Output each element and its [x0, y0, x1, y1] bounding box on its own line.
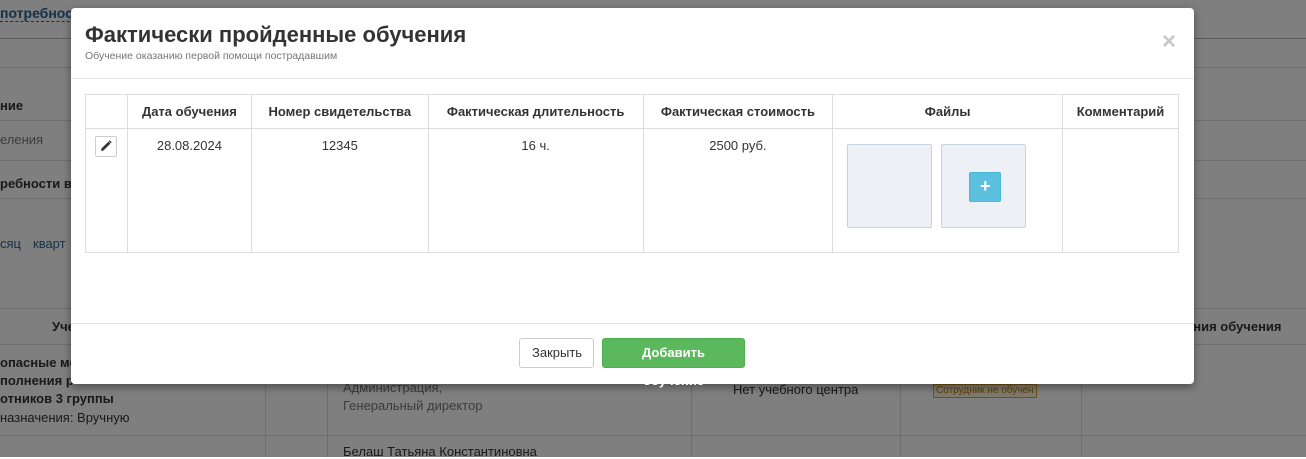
comment-cell — [1061, 128, 1180, 253]
file-upload-box: + — [941, 144, 1027, 228]
modal-title: Фактически пройденные обучения — [85, 22, 467, 47]
modal-footer: Закрыть Добавить обучение — [71, 323, 1194, 388]
column-header-certificate: Номер свидетельства — [250, 94, 429, 129]
modal-header: Фактически пройденные обучения Обучение … — [71, 8, 1194, 79]
column-header-duration: Фактическая длительность — [427, 94, 644, 129]
column-header-date: Дата обучения — [126, 94, 252, 129]
column-header-files: Файлы — [832, 94, 1063, 129]
close-button[interactable]: Закрыть — [519, 338, 594, 368]
certificate-cell: 12345 — [250, 128, 429, 253]
table-header-row: Дата обучения Номер свидетельства Фактич… — [85, 94, 1180, 129]
cost-cell: 2500 руб. — [642, 128, 834, 253]
column-header-actions — [85, 94, 128, 129]
column-header-comment: Комментарий — [1061, 94, 1180, 129]
column-header-cost: Фактическая стоимость — [642, 94, 834, 129]
pencil-icon — [101, 140, 113, 151]
table-row: 28.08.2024 12345 16 ч. 2500 руб. + — [85, 128, 1180, 253]
date-cell: 28.08.2024 — [126, 128, 252, 253]
modal-subtitle: Обучение оказанию первой помощи пострада… — [85, 50, 338, 62]
edit-button[interactable] — [95, 136, 118, 157]
files-cell: + — [832, 128, 1063, 253]
add-training-button[interactable]: Добавить обучение — [602, 338, 745, 388]
actions-cell — [85, 128, 128, 253]
file-thumbnail[interactable] — [847, 144, 933, 228]
add-file-button[interactable]: + — [969, 172, 1002, 202]
close-icon[interactable]: × — [1162, 30, 1176, 54]
trainings-table: Дата обучения Номер свидетельства Фактич… — [85, 94, 1180, 253]
duration-cell: 16 ч. — [427, 128, 644, 253]
trainings-modal: Фактически пройденные обучения Обучение … — [71, 8, 1194, 388]
